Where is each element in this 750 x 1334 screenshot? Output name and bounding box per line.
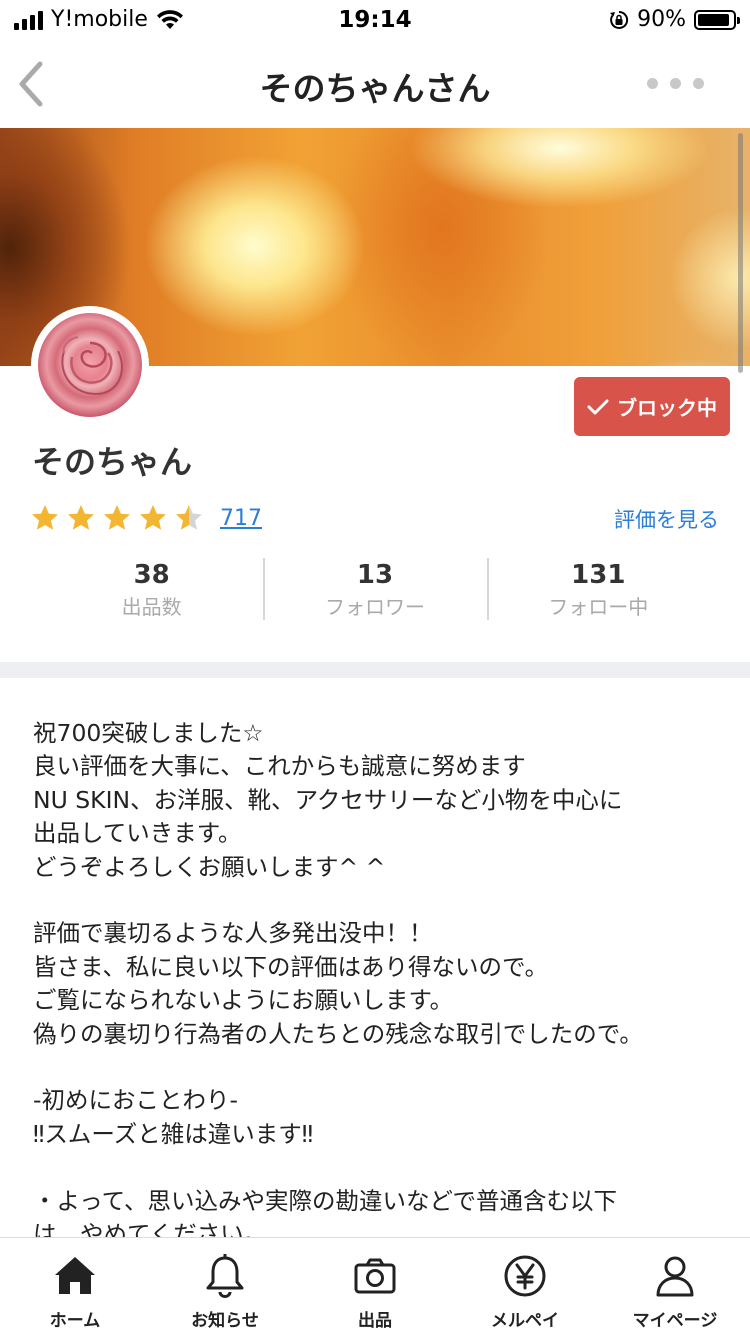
camera-icon [354, 1258, 396, 1294]
star-icon [176, 505, 202, 530]
bio-line: NU SKIN、お洋服、靴、アクセサリーなど小物を中心に [33, 785, 623, 814]
stat-label: フォロー中 [548, 595, 649, 619]
battery-icon [694, 9, 740, 30]
stat-label: フォロワー [324, 595, 425, 619]
star-icon [140, 505, 166, 530]
yen-icon [504, 1255, 546, 1297]
block-status-button[interactable]: ブロック中 [574, 377, 730, 436]
bell-icon [206, 1254, 244, 1298]
battery-percent: 90% [637, 7, 686, 32]
star-icon [68, 505, 94, 530]
bio-line: 評価で裏切るような人多発出没中！！ [33, 919, 433, 948]
stat-value: 13 [356, 560, 394, 590]
bio-line [33, 884, 723, 917]
stat-followers[interactable]: 13 フォロワー [263, 556, 486, 622]
page-title: そのちゃんさん [259, 69, 491, 108]
bio-line [33, 1051, 723, 1084]
bio-line: は、やめてください。 [33, 1220, 268, 1237]
stat-following[interactable]: 131 フォロー中 [486, 556, 710, 622]
tab-label: マイページ [632, 1311, 718, 1331]
home-icon [55, 1257, 95, 1294]
bio-line: ‼︎スムーズと雑は違います‼︎ [33, 1119, 314, 1148]
tab-sell[interactable]: 出品 [300, 1238, 450, 1334]
bio-line: 出品していきます。 [33, 819, 242, 848]
section-divider [0, 662, 750, 678]
battery-fill [698, 13, 729, 26]
rose-petals-icon [61, 336, 123, 395]
rating-count-link[interactable]: 717 [220, 506, 262, 531]
rating-row[interactable]: 717 [30, 503, 262, 533]
rating-stars [30, 503, 204, 533]
check-icon [587, 399, 609, 414]
stat-value: 131 [571, 560, 626, 590]
tab-label: ホーム [49, 1311, 101, 1331]
bio-line: 皆さま、私に良い以下の評価はあり得ないので。 [33, 952, 549, 981]
status-bar: Y!mobile 19:14 90% [0, 0, 750, 40]
stat-label: 出品数 [121, 595, 182, 619]
bio-line: 良い評価を大事に、これからも誠意に努めます [33, 752, 526, 781]
status-bar-right: 90% [609, 7, 740, 32]
tab-home[interactable]: ホーム [0, 1238, 150, 1334]
more-options-icon[interactable] [647, 78, 704, 89]
tab-label: 出品 [358, 1311, 392, 1331]
avatar[interactable] [31, 306, 149, 424]
block-label: ブロック中 [617, 398, 717, 420]
tab-notifications[interactable]: お知らせ [150, 1238, 300, 1334]
avatar-rose-image [38, 313, 142, 417]
star-icon [32, 505, 58, 530]
orientation-lock-icon [610, 10, 629, 29]
tab-mypage[interactable]: マイページ [600, 1238, 750, 1334]
bio-line: 祝700突破しました☆ [33, 719, 264, 747]
tab-bar: ホーム お知らせ 出品 メルペイ マイページ [0, 1237, 750, 1334]
tab-label: メルペイ [491, 1311, 559, 1331]
bio-line [33, 1151, 723, 1184]
nav-bar: そのちゃんさん [0, 40, 750, 128]
see-reviews-link[interactable]: 評価を見る [614, 504, 719, 534]
bio-line: 偽りの裏切り行為者の人たちとの残念な取引でしたので。 [33, 1019, 643, 1048]
star-icon [104, 505, 130, 530]
scroll-indicator [738, 133, 743, 373]
tab-label: お知らせ [191, 1311, 259, 1331]
bio-line: ご覧になられないようにお願いします。 [33, 986, 454, 1015]
stat-value: 38 [133, 560, 170, 590]
username: そのちゃん [32, 443, 193, 481]
stat-listings[interactable]: 38 出品数 [40, 556, 263, 622]
bio-line: -初めにおことわり- [33, 1086, 238, 1115]
bio-line: ・よって、思い込みや実際の勘違いなどで普通含む以下 [33, 1186, 617, 1215]
profile-bio: 祝700突破しました☆ 良い評価を大事に、これからも誠意に努めます NU SKI… [33, 717, 723, 1237]
person-icon [656, 1256, 694, 1297]
tab-merpay[interactable]: メルペイ [450, 1238, 600, 1334]
stats-row: 38 出品数 13 フォロワー 131 フォロー中 [40, 556, 710, 622]
bio-line: どうぞよろしくお願いします^ ^ [33, 852, 386, 881]
